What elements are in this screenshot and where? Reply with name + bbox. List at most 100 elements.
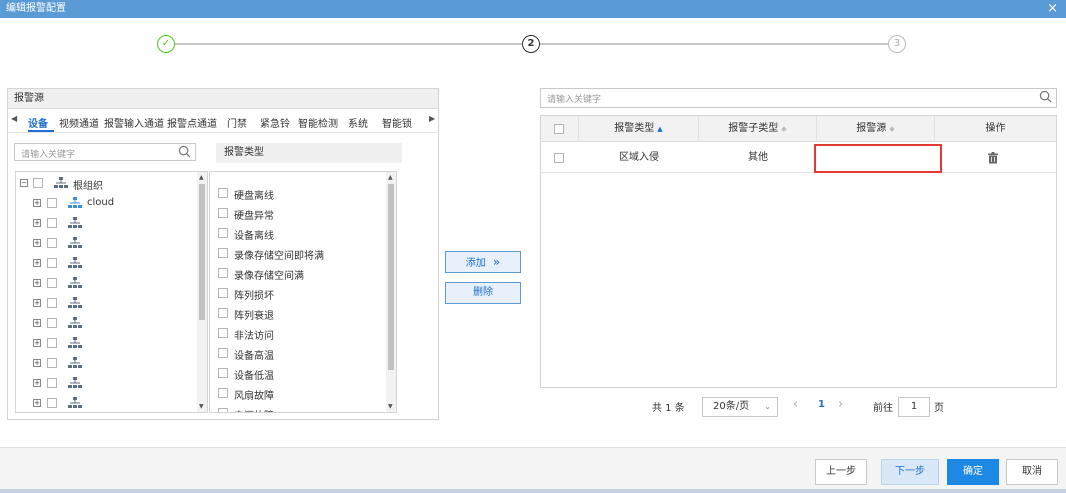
expand-icon[interactable]: + bbox=[33, 399, 41, 407]
tree-node-group[interactable]: + bbox=[16, 254, 196, 272]
alarm-type-item[interactable]: 录像存储空间即将满 bbox=[218, 245, 378, 263]
tab-alarm-input-channel[interactable]: 报警输入通道 bbox=[104, 115, 164, 130]
alarm-type-checkbox[interactable] bbox=[218, 208, 228, 218]
tab-device[interactable]: 设备 bbox=[28, 115, 48, 130]
col-alarm-type[interactable]: 报警类型 ▲ bbox=[579, 116, 699, 142]
tree-checkbox[interactable] bbox=[47, 318, 57, 328]
search-icon[interactable] bbox=[178, 145, 191, 158]
alarm-type-item[interactable]: 非法访问 bbox=[218, 325, 378, 343]
tree-node-group[interactable]: + bbox=[16, 294, 196, 312]
tree-node-cloud[interactable]: + cloud bbox=[16, 194, 196, 212]
alarm-type-checkbox[interactable] bbox=[218, 408, 228, 412]
type-scrollbar[interactable]: ▲ ▼ bbox=[386, 172, 396, 412]
tree-checkbox[interactable] bbox=[47, 358, 57, 368]
col-alarm-source[interactable]: 报警源 ◆ bbox=[817, 116, 935, 142]
tree-node-group[interactable]: + bbox=[16, 214, 196, 232]
alarm-type-item[interactable]: 设备离线 bbox=[218, 225, 378, 243]
expand-icon[interactable]: + bbox=[33, 199, 41, 207]
page-size-select[interactable]: 20条/页 ⌄ bbox=[702, 397, 778, 417]
alarm-type-checkbox[interactable] bbox=[218, 328, 228, 338]
tab-emergency-bell[interactable]: 紧急铃 bbox=[260, 115, 290, 130]
tree-search-input[interactable]: 请输入关键字 bbox=[14, 143, 196, 161]
expand-icon[interactable]: + bbox=[33, 239, 41, 247]
tabs-scroll-right-icon[interactable]: ▶ bbox=[429, 114, 435, 123]
tab-access-control[interactable]: 门禁 bbox=[227, 115, 247, 130]
prev-page-icon[interactable]: ‹ bbox=[793, 397, 798, 412]
tree-node-group[interactable]: + bbox=[16, 314, 196, 332]
tree-checkbox[interactable] bbox=[47, 378, 57, 388]
alarm-type-item[interactable]: 阵列损坏 bbox=[218, 285, 378, 303]
tree-node-group[interactable]: + bbox=[16, 354, 196, 372]
alarm-type-checkbox[interactable] bbox=[218, 228, 228, 238]
alarm-type-checkbox[interactable] bbox=[218, 348, 228, 358]
cancel-button[interactable]: 取消 bbox=[1006, 459, 1058, 485]
tabs-scroll-left-icon[interactable]: ◀ bbox=[11, 114, 17, 123]
alarm-type-item[interactable]: 电源故障 bbox=[218, 405, 378, 412]
row-checkbox[interactable] bbox=[554, 153, 564, 163]
alarm-type-item[interactable]: 设备高温 bbox=[218, 345, 378, 363]
next-page-icon[interactable]: › bbox=[838, 397, 843, 412]
alarm-type-checkbox[interactable] bbox=[218, 288, 228, 298]
alarm-type-item[interactable]: 风扇故障 bbox=[218, 385, 378, 403]
tree-scrollbar[interactable]: ▲ ▼ bbox=[197, 172, 207, 412]
tree-checkbox[interactable] bbox=[47, 398, 57, 408]
alarm-type-item[interactable]: 硬盘离线 bbox=[218, 185, 378, 203]
col-alarm-subtype[interactable]: 报警子类型 ◆ bbox=[699, 116, 817, 142]
close-icon[interactable]: × bbox=[1047, 0, 1058, 17]
tree-checkbox[interactable] bbox=[47, 258, 57, 268]
tab-system[interactable]: 系统 bbox=[348, 115, 368, 130]
expand-icon[interactable]: + bbox=[33, 339, 41, 347]
expand-icon[interactable]: + bbox=[33, 219, 41, 227]
expand-icon[interactable]: + bbox=[33, 299, 41, 307]
tree-checkbox[interactable] bbox=[47, 338, 57, 348]
sort-asc-icon[interactable]: ▲ bbox=[657, 125, 662, 133]
alarm-type-item[interactable]: 设备低温 bbox=[218, 365, 378, 383]
alarm-type-item[interactable]: 阵列衰退 bbox=[218, 305, 378, 323]
tree-node-root[interactable]: − 根组织 bbox=[16, 174, 196, 192]
type-scroll-thumb[interactable] bbox=[388, 184, 394, 370]
tree-scroll-thumb[interactable] bbox=[199, 184, 205, 320]
tree-checkbox[interactable] bbox=[47, 238, 57, 248]
current-page[interactable]: 1 bbox=[818, 399, 825, 410]
expand-icon[interactable]: + bbox=[33, 319, 41, 327]
scroll-down-icon[interactable]: ▼ bbox=[388, 403, 393, 410]
tree-checkbox[interactable] bbox=[47, 198, 57, 208]
tab-smart-lock[interactable]: 智能锁 bbox=[382, 115, 412, 130]
prev-step-button[interactable]: 上一步 bbox=[815, 459, 867, 485]
table-row[interactable]: 区域入侵 其他 bbox=[541, 143, 1056, 173]
sort-icon[interactable]: ◆ bbox=[781, 125, 786, 133]
collapse-icon[interactable]: − bbox=[20, 179, 28, 187]
tab-video-channel[interactable]: 视频通道 bbox=[59, 115, 99, 130]
trash-icon[interactable] bbox=[987, 152, 999, 164]
tab-alarm-point-channel[interactable]: 报警点通道 bbox=[167, 115, 217, 130]
goto-page-input[interactable]: 1 bbox=[898, 397, 930, 417]
alarm-type-checkbox[interactable] bbox=[218, 268, 228, 278]
tree-checkbox[interactable] bbox=[47, 218, 57, 228]
tree-node-group[interactable]: + bbox=[16, 394, 196, 412]
tree-node-group[interactable]: + bbox=[16, 234, 196, 252]
scroll-up-icon[interactable]: ▲ bbox=[199, 174, 204, 181]
search-icon[interactable] bbox=[1039, 90, 1052, 103]
expand-icon[interactable]: + bbox=[33, 379, 41, 387]
confirm-button[interactable]: 确定 bbox=[947, 459, 999, 485]
tree-node-group[interactable]: + bbox=[16, 374, 196, 392]
right-search-input[interactable]: 请输入关键字 bbox=[540, 88, 1057, 108]
tree-node-group[interactable]: + bbox=[16, 274, 196, 292]
alarm-type-checkbox[interactable] bbox=[218, 248, 228, 258]
tree-node-group[interactable]: + bbox=[16, 334, 196, 352]
alarm-type-checkbox[interactable] bbox=[218, 188, 228, 198]
add-button[interactable]: 添加 » bbox=[445, 251, 521, 273]
tab-smart-detection[interactable]: 智能检测 bbox=[298, 115, 338, 130]
delete-button[interactable]: 删除 bbox=[445, 282, 521, 304]
select-all-checkbox[interactable] bbox=[554, 124, 564, 134]
alarm-type-item[interactable]: 录像存储空间满 bbox=[218, 265, 378, 283]
sort-icon[interactable]: ◆ bbox=[889, 125, 894, 133]
next-step-button[interactable]: 下一步 bbox=[881, 459, 939, 485]
scroll-down-icon[interactable]: ▼ bbox=[199, 403, 204, 410]
cell-alarm-source-highlighted[interactable] bbox=[814, 144, 942, 173]
expand-icon[interactable]: + bbox=[33, 279, 41, 287]
alarm-type-item[interactable]: 硬盘异常 bbox=[218, 205, 378, 223]
alarm-type-checkbox[interactable] bbox=[218, 308, 228, 318]
scroll-up-icon[interactable]: ▲ bbox=[388, 174, 393, 181]
alarm-type-checkbox[interactable] bbox=[218, 368, 228, 378]
